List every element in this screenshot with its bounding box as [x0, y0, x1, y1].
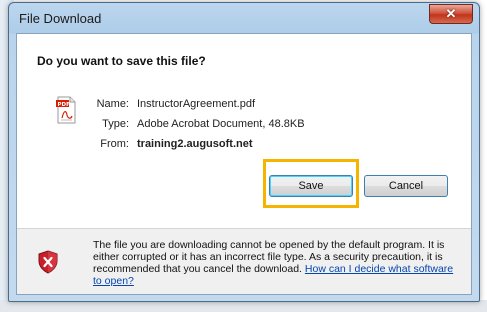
type-label: Type: [102, 118, 129, 130]
title-bar[interactable]: File Download ✕ [9, 3, 479, 33]
save-button[interactable]: Save [269, 175, 353, 197]
dialog-title: File Download [19, 11, 102, 26]
source-host-value: training2.augusoft.net [137, 138, 253, 150]
question-text: Do you want to save this file? [37, 54, 206, 68]
file-name-value: InstructorAgreement.pdf [137, 98, 256, 110]
from-label: From: [100, 138, 129, 150]
cancel-button[interactable]: Cancel [364, 175, 448, 197]
file-download-dialog: File Download ✕ Do you want to save this… [8, 2, 480, 302]
dialog-body: Do you want to save this file? PDF Name:… [16, 33, 472, 295]
close-icon: ✕ [445, 6, 457, 21]
close-button[interactable]: ✕ [429, 4, 473, 24]
security-shield-icon [38, 250, 58, 274]
file-info-panel: Do you want to save this file? PDF Name:… [17, 34, 471, 228]
file-type-value: Adobe Acrobat Document, 48.8KB [137, 118, 305, 130]
panel-divider [17, 228, 471, 229]
security-warning: The file you are downloading cannot be o… [93, 239, 463, 287]
name-label: Name: [96, 98, 129, 110]
screen: e File Download ✕ Do you want to save th… [0, 0, 487, 312]
